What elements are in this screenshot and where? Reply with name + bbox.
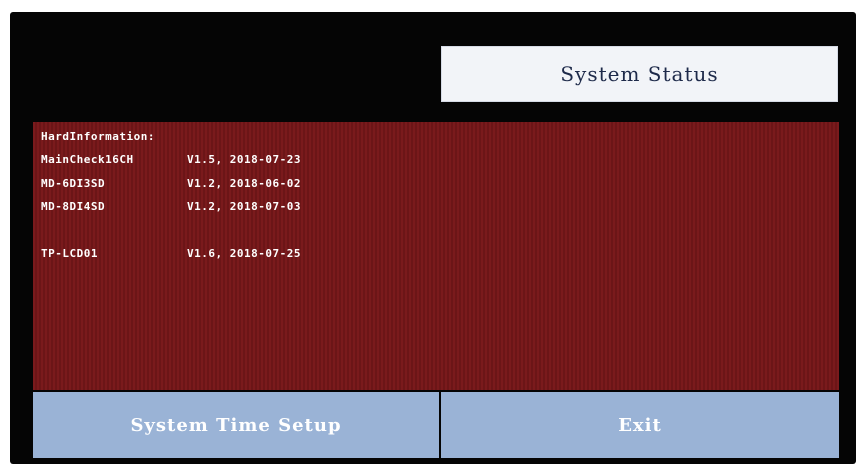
hardware-info-heading: HardInformation: [41, 130, 155, 143]
exit-button[interactable]: Exit [441, 392, 839, 458]
hardware-row: MainCheck16CH V1.5, 2018-07-23 [41, 153, 301, 166]
device-version: V1.2, 2018-06-02 [187, 177, 301, 190]
page-title: System Status [441, 46, 838, 102]
device-name: MD-6DI3SD [41, 177, 106, 190]
hardware-row: MD-6DI3SD V1.2, 2018-06-02 [41, 177, 301, 190]
lcd-screen: System Status HardInformation: MainCheck… [10, 12, 856, 464]
hardware-row: TP-LCD01 V1.6, 2018-07-25 [41, 247, 301, 260]
page-title-label: System Status [560, 62, 719, 86]
device-name: MainCheck16CH [41, 153, 134, 166]
device-version: V1.2, 2018-07-03 [187, 200, 301, 213]
system-time-setup-label: System Time Setup [130, 414, 342, 436]
exit-label: Exit [618, 414, 662, 436]
device-version: V1.5, 2018-07-23 [187, 153, 301, 166]
system-time-setup-button[interactable]: System Time Setup [33, 392, 439, 458]
hardware-info-panel: HardInformation: MainCheck16CH V1.5, 2018… [33, 122, 839, 390]
hardware-row: MD-8DI4SD V1.2, 2018-07-03 [41, 200, 301, 213]
device-name: TP-LCD01 [41, 247, 98, 260]
device-name: MD-8DI4SD [41, 200, 106, 213]
device-version: V1.6, 2018-07-25 [187, 247, 301, 260]
